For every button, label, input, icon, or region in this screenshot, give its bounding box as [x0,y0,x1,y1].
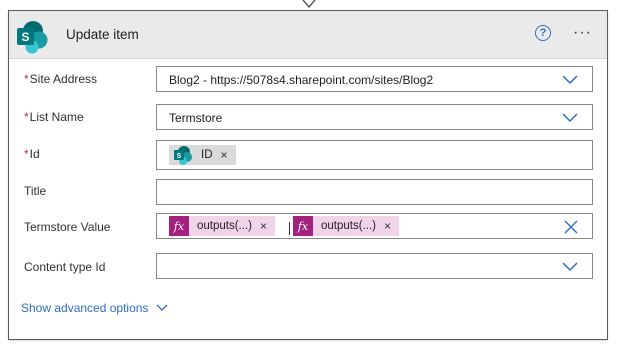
title-input[interactable] [156,179,593,205]
chevron-down-icon[interactable] [562,75,578,85]
required-marker: * [24,147,29,161]
sharepoint-token-icon: S [174,146,192,165]
termstore-value-label: Termstore Value [24,220,111,234]
advanced-options-label: Show advanced options [21,301,149,315]
logo-letter: S [21,30,29,44]
list-name-value: Termstore [169,111,223,125]
connector-arrow-icon [302,0,316,8]
text-cursor [289,222,290,235]
help-glyph: ? [539,26,547,39]
id-input[interactable]: S ID × [156,140,593,170]
title-row: Title [9,177,607,205]
card-header[interactable]: S Update item ? ··· [9,11,607,59]
expression-token[interactable]: fx outputs(...) × [169,216,275,236]
more-options-button[interactable]: ··· [573,24,592,42]
expression-token-label: outputs(...) [197,220,252,232]
id-row: *Id S ID × [9,140,607,170]
expression-token-label: outputs(...) [321,220,376,232]
id-token-label: ID [201,149,213,161]
list-name-label: *List Name [24,110,84,124]
required-marker: * [24,72,29,86]
show-advanced-options-link[interactable]: Show advanced options [21,301,168,315]
site-address-label-text: Site Address [29,72,98,86]
termstore-value-row: Termstore Value fx outputs(...) × fx out… [9,213,607,241]
content-type-id-row: Content type Id [9,253,607,281]
dynamic-content-token[interactable]: S ID × [169,145,236,165]
remove-token-icon[interactable]: × [384,219,391,233]
update-item-action-card: S Update item ? ··· *Site Address Blog2 … [8,10,608,340]
id-label-text: Id [29,147,40,161]
chevron-down-icon[interactable] [562,113,578,123]
expression-fx-icon: fx [169,216,189,236]
site-address-row: *Site Address Blog2 - https://5078s4.sha… [9,65,607,93]
remove-token-icon[interactable]: × [221,148,228,162]
token-logo-letter: S [177,153,182,160]
clear-icon[interactable] [564,220,578,234]
expression-fx-icon: fx [293,216,313,236]
id-label: *Id [24,147,40,161]
list-name-row: *List Name Termstore [9,103,607,131]
site-address-label: *Site Address [24,72,97,86]
content-type-id-dropdown[interactable] [156,253,593,279]
site-address-dropdown[interactable]: Blog2 - https://5078s4.sharepoint.com/si… [156,66,593,92]
help-circle-icon[interactable]: ? [535,25,551,41]
title-label: Title [24,184,47,198]
list-name-dropdown[interactable]: Termstore [156,104,593,130]
content-type-id-label: Content type Id [24,260,106,274]
chevron-down-icon[interactable] [562,262,578,272]
required-marker: * [24,110,29,124]
action-title[interactable]: Update item [66,27,139,42]
site-address-value: Blog2 - https://5078s4.sharepoint.com/si… [169,73,434,87]
expression-token[interactable]: fx outputs(...) × [293,216,399,236]
termstore-value-input[interactable]: fx outputs(...) × fx outputs(...) × [156,213,593,239]
chevron-down-icon [156,304,168,311]
list-name-label-text: List Name [29,110,84,124]
remove-token-icon[interactable]: × [260,219,267,233]
sharepoint-logo-icon: S [17,21,48,54]
